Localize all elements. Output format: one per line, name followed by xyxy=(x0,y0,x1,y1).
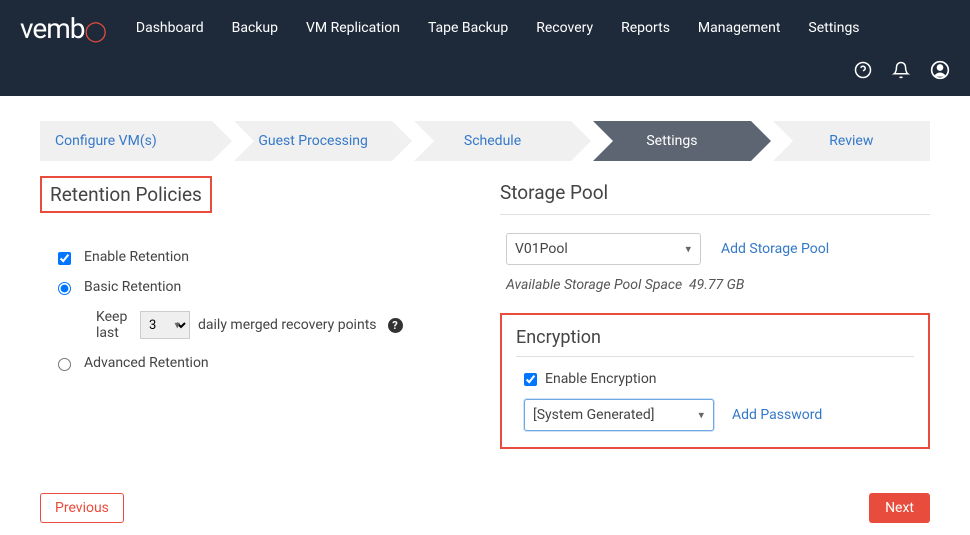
user-icon[interactable] xyxy=(930,60,950,80)
advanced-retention-radio[interactable] xyxy=(58,358,71,371)
nav-backup[interactable]: Backup xyxy=(232,20,278,36)
basic-retention-label: Basic Retention xyxy=(84,279,181,295)
nav-recovery[interactable]: Recovery xyxy=(536,20,593,36)
advanced-retention-label: Advanced Retention xyxy=(84,355,209,371)
encryption-password-select[interactable]: [System Generated] xyxy=(524,399,714,431)
enable-encryption-label: Enable Encryption xyxy=(545,371,657,387)
wizard-step-schedule[interactable]: Schedule xyxy=(414,121,571,161)
enable-retention-checkbox[interactable] xyxy=(58,252,71,265)
wizard-step-configure-vms[interactable]: Configure VM(s) xyxy=(40,121,212,161)
storage-pool-select[interactable]: V01Pool xyxy=(506,233,701,265)
keep-suffix-label: daily merged recovery points xyxy=(198,317,377,333)
help-tooltip-icon[interactable]: ? xyxy=(388,318,403,333)
help-icon[interactable] xyxy=(854,61,872,79)
keep-last-select[interactable]: 3 xyxy=(140,311,190,339)
nav-settings[interactable]: Settings xyxy=(808,20,859,36)
add-storage-pool-link[interactable]: Add Storage Pool xyxy=(721,241,829,257)
nav-tape-backup[interactable]: Tape Backup xyxy=(428,20,508,36)
nav-management[interactable]: Management xyxy=(698,20,780,36)
wizard-step-settings[interactable]: Settings xyxy=(593,121,750,161)
nav-vm-replication[interactable]: VM Replication xyxy=(306,20,400,36)
next-button[interactable]: Next xyxy=(869,493,930,523)
encryption-section: Encryption Enable Encryption [System Gen… xyxy=(500,313,930,449)
wizard-steps: Configure VM(s) Guest Processing Schedul… xyxy=(40,121,930,161)
previous-button[interactable]: Previous xyxy=(40,493,124,523)
encryption-title: Encryption xyxy=(516,327,914,357)
basic-retention-radio[interactable] xyxy=(58,282,71,295)
add-password-link[interactable]: Add Password xyxy=(732,407,822,423)
available-space-text: Available Storage Pool Space 49.77 GB xyxy=(500,277,930,293)
storage-pool-title: Storage Pool xyxy=(500,181,930,215)
enable-encryption-checkbox[interactable] xyxy=(524,373,537,386)
main-nav: Dashboard Backup VM Replication Tape Bac… xyxy=(136,20,860,36)
retention-panel: Retention Policies Enable Retention Basi… xyxy=(40,181,470,449)
retention-title: Retention Policies xyxy=(40,176,212,213)
nav-reports[interactable]: Reports xyxy=(621,20,670,36)
wizard-step-guest-processing[interactable]: Guest Processing xyxy=(234,121,391,161)
keep-last-label: Keep last xyxy=(96,309,132,341)
storage-panel: Storage Pool V01Pool Add Storage Pool Av… xyxy=(500,181,930,449)
bell-icon[interactable] xyxy=(892,61,910,79)
app-header: vemb◯ Dashboard Backup VM Replication Ta… xyxy=(0,0,970,96)
enable-retention-label: Enable Retention xyxy=(84,249,189,265)
nav-dashboard[interactable]: Dashboard xyxy=(136,20,204,36)
logo: vemb◯ xyxy=(20,12,106,45)
wizard-step-review[interactable]: Review xyxy=(773,121,930,161)
